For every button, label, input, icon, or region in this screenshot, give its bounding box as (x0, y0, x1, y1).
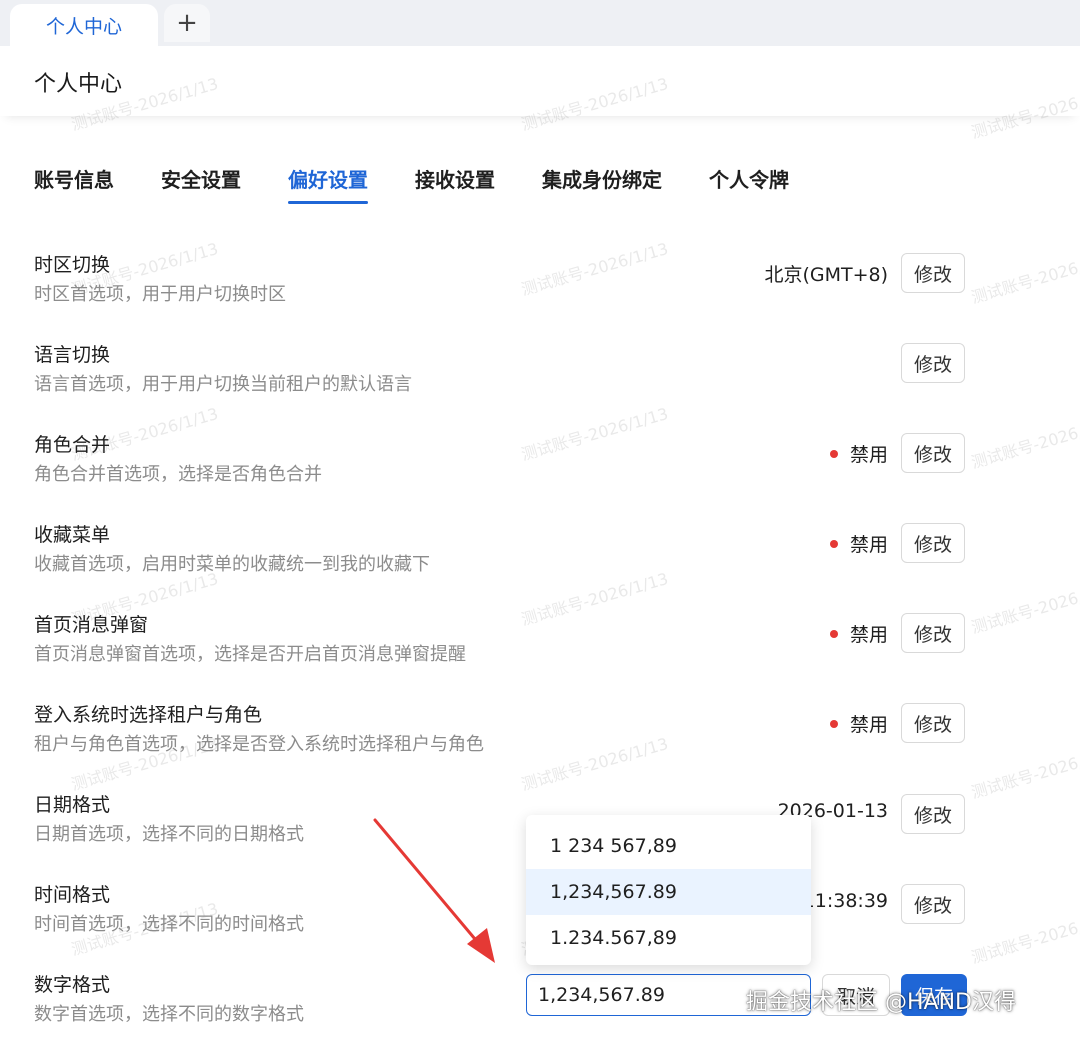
edit-button[interactable]: 修改 (901, 433, 965, 473)
edit-button[interactable]: 修改 (901, 703, 965, 743)
setting-status: 禁用 (829, 440, 888, 467)
disabled-dot-icon (829, 449, 838, 458)
edit-button[interactable]: 修改 (901, 523, 965, 563)
setting-description: 语言首选项，用于用户切换当前租户的默认语言 (34, 374, 412, 395)
tab-strip: 个人中心 + (0, 0, 1080, 46)
settings-tabs: 账号信息 安全设置 偏好设置 接收设置 集成身份绑定 个人令牌 (34, 164, 836, 204)
setting-title: 时区切换 (34, 254, 111, 276)
setting-row-favorites-menu: 收藏菜单 收藏首选项，启用时菜单的收藏统一到我的收藏下 禁用 修改 (34, 520, 1080, 590)
setting-title: 收藏菜单 (34, 524, 111, 546)
tab-identity-binding[interactable]: 集成身份绑定 (542, 164, 662, 204)
edit-button[interactable]: 修改 (901, 253, 965, 293)
page-title: 个人中心 (34, 72, 123, 97)
setting-row-language: 语言切换 语言首选项，用于用户切换当前租户的默认语言 修改 (34, 340, 1080, 410)
tab-preference-settings[interactable]: 偏好设置 (288, 164, 368, 204)
setting-description: 收藏首选项，启用时菜单的收藏统一到我的收藏下 (34, 554, 430, 575)
tab-receive-settings[interactable]: 接收设置 (415, 164, 495, 204)
setting-description: 首页消息弹窗首选项，选择是否开启首页消息弹窗提醒 (34, 644, 466, 665)
setting-title: 日期格式 (34, 794, 111, 816)
edit-button[interactable]: 修改 (901, 613, 965, 653)
setting-description: 数字首选项，选择不同的数字格式 (34, 1004, 304, 1025)
status-text: 禁用 (849, 624, 888, 646)
disabled-dot-icon (829, 629, 838, 638)
disabled-dot-icon (829, 539, 838, 548)
tab-account-info[interactable]: 账号信息 (34, 164, 114, 204)
number-format-dropdown: 1 234 567,89 1,234,567.89 1.234.567,89 (526, 815, 811, 965)
setting-title: 登入系统时选择租户与角色 (34, 704, 263, 726)
dropdown-option-selected[interactable]: 1,234,567.89 (526, 869, 811, 915)
page-header: 个人中心 (0, 46, 1080, 116)
credit-watermark: 掘金技术社区 @HAND汉得 (746, 990, 1016, 1015)
edit-button[interactable]: 修改 (901, 794, 965, 834)
setting-row-timezone: 时区切换 时区首选项，用于用户切换时区 北京(GMT+8) 修改 (34, 250, 1080, 320)
setting-title: 时间格式 (34, 884, 111, 906)
setting-title: 数字格式 (34, 974, 111, 996)
setting-value: 北京(GMT+8) (764, 264, 888, 286)
setting-title: 角色合并 (34, 434, 111, 456)
edit-button[interactable]: 修改 (901, 343, 965, 383)
setting-value: 11:38:39 (802, 890, 888, 912)
setting-status: 禁用 (829, 710, 888, 737)
tab-security-settings[interactable]: 安全设置 (161, 164, 241, 204)
setting-row-home-message-popup: 首页消息弹窗 首页消息弹窗首选项，选择是否开启首页消息弹窗提醒 禁用 修改 (34, 610, 1080, 680)
setting-row-role-merge: 角色合并 角色合并首选项，选择是否角色合并 禁用 修改 (34, 430, 1080, 500)
setting-description: 日期首选项，选择不同的日期格式 (34, 824, 304, 845)
setting-row-login-tenant-role: 登入系统时选择租户与角色 租户与角色首选项，选择是否登入系统时选择租户与角色 禁… (34, 700, 1080, 770)
setting-description: 租户与角色首选项，选择是否登入系统时选择租户与角色 (34, 734, 484, 755)
setting-description: 时区首选项，用于用户切换时区 (34, 284, 286, 305)
dropdown-option[interactable]: 1 234 567,89 (526, 823, 811, 869)
tab-personal-center[interactable]: 个人中心 (10, 4, 158, 46)
status-text: 禁用 (849, 714, 888, 736)
status-text: 禁用 (849, 444, 888, 466)
add-tab-button[interactable]: + (164, 4, 210, 42)
status-text: 禁用 (849, 534, 888, 556)
setting-description: 时间首选项，选择不同的时间格式 (34, 914, 304, 935)
disabled-dot-icon (829, 719, 838, 728)
tab-personal-token[interactable]: 个人令牌 (709, 164, 789, 204)
setting-description: 角色合并首选项，选择是否角色合并 (34, 464, 322, 485)
dropdown-option[interactable]: 1.234.567,89 (526, 915, 811, 961)
setting-title: 首页消息弹窗 (34, 614, 149, 636)
edit-button[interactable]: 修改 (901, 884, 965, 924)
setting-status: 禁用 (829, 620, 888, 647)
setting-status: 禁用 (829, 530, 888, 557)
setting-title: 语言切换 (34, 344, 111, 366)
